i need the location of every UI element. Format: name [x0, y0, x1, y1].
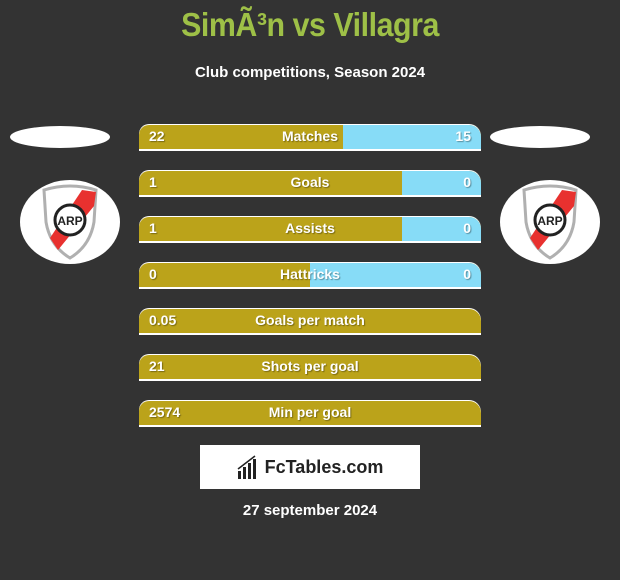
fctables-brand[interactable]: FcTables.com: [200, 445, 420, 489]
left-team-logo: ARP: [20, 180, 120, 264]
brand-name: FcTables.com: [264, 456, 384, 477]
right-player-name-pill: [490, 126, 590, 148]
stat-row-goals: 1 Goals 0: [139, 171, 481, 197]
stat-label: Hattricks: [280, 266, 340, 282]
stat-row-goals-per-match: 0.05 Goals per match: [139, 309, 481, 335]
stat-label: Min per goal: [268, 404, 352, 420]
bar-chart-icon: [237, 455, 256, 479]
right-team-logo: ARP: [500, 180, 600, 264]
left-player-name-pill: [10, 126, 110, 148]
right-value: 15: [455, 128, 471, 144]
stat-row-hattricks: 0 Hattricks 0: [139, 263, 481, 289]
stat-label: Assists: [285, 220, 335, 236]
stat-label: Matches: [281, 128, 339, 144]
right-value: 0: [463, 174, 471, 190]
competition-subtitle: Club competitions, Season 2024: [194, 64, 426, 81]
page-title: SimÃ³n vs Villagra: [181, 6, 439, 43]
stat-label: Shots per goal: [261, 358, 359, 374]
stat-label: Goals: [290, 174, 330, 190]
report-date: 27 september 2024: [242, 502, 378, 519]
right-value: 0: [463, 266, 471, 282]
stat-row-shots-per-goal: 21 Shots per goal: [139, 355, 481, 381]
river-plate-crest-icon: ARP: [522, 184, 578, 260]
stat-label: Goals per match: [255, 312, 365, 328]
right-value: 0: [463, 220, 471, 236]
stat-row-assists: 1 Assists 0: [139, 217, 481, 243]
svg-text:ARP: ARP: [537, 214, 562, 228]
river-plate-crest-icon: ARP: [42, 184, 98, 260]
stat-row-matches: 22 Matches 15: [139, 125, 481, 151]
stat-row-min-per-goal: 2574 Min per goal: [139, 401, 481, 427]
svg-text:ARP: ARP: [57, 214, 82, 228]
